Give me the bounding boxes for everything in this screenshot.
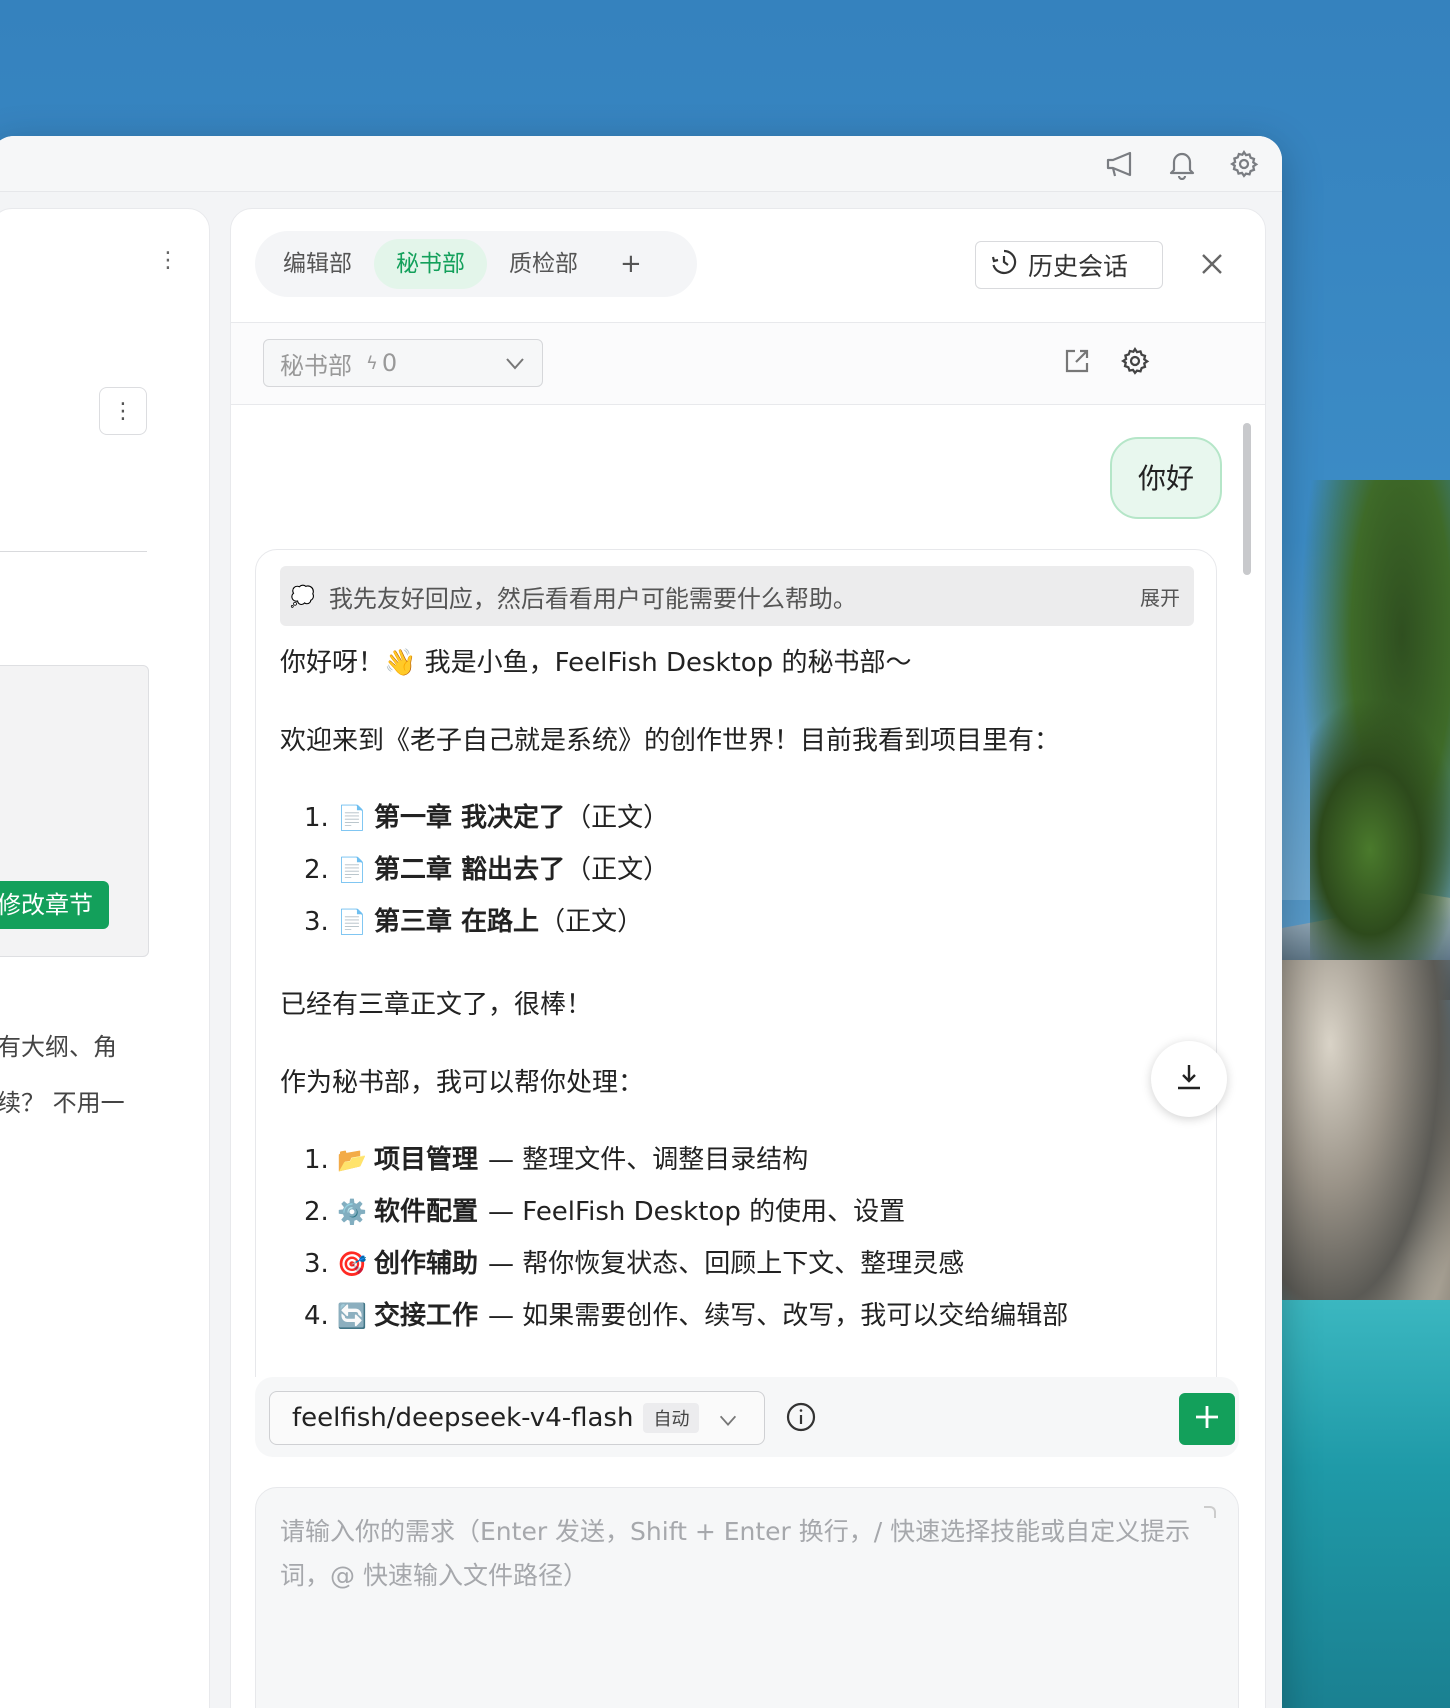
chat-header: 编辑部 秘书部 质检部 + 历史会话 [231,209,1265,323]
chevron-down-icon [502,350,528,382]
bell-icon[interactable] [1164,146,1200,182]
list-number: 2. [304,855,329,885]
assistant-message: 💭 我先友好回应，然后看看用户可能需要什么帮助。 展开 你好呀！👋 我是小鱼，F… [255,549,1217,1377]
gear-emoji-icon: ⚙️ [337,1198,367,1226]
list-number: 2. [304,1197,329,1227]
service-desc: — 如果需要创作、续写、改写，我可以交给编辑部 [488,1301,1069,1331]
service-list: 1. 📂 项目管理 — 整理文件、调整目录结构 2. ⚙️ 软件配置 — Fee… [280,1134,1194,1342]
scroll-to-bottom-button[interactable] [1151,1041,1227,1117]
editor-panel: ⋮ ⋮ 修改章节 有大纲、角 续？ 不用一 [0,208,210,1708]
list-item: 4. 🔄 交接工作 — 如果需要创作、续写、改写，我可以交给编辑部 [280,1290,1194,1342]
chapter-note: （正文） [539,907,644,937]
message-list[interactable]: 你好 💭 我先友好回应，然后看看用户可能需要什么帮助。 展开 你好呀！👋 我是小… [231,405,1265,1377]
divider [0,551,147,552]
thinking-text: 我先友好回应，然后看看用户可能需要什么帮助。 [328,584,857,613]
history-label: 历史会话 [1028,252,1129,281]
more-vertical-icon[interactable]: ⋮ [157,247,179,275]
tab-editorial[interactable]: 编辑部 [261,239,374,289]
department-tabs: 编辑部 秘书部 质检部 + [255,231,697,297]
agent-count: 0 [381,349,398,377]
message-input[interactable] [256,1488,1238,1708]
expand-button[interactable]: 展开 [1140,582,1180,611]
list-item: 2. ⚙️ 软件配置 — FeelFish Desktop 的使用、设置 [280,1186,1194,1238]
download-icon [1172,1060,1206,1098]
chapter-title: 第一章 我决定了 [374,803,566,833]
intro-text: 欢迎来到《老子自己就是系统》的创作世界！目前我看到项目里有： [280,726,1061,756]
thinking-block[interactable]: 💭 我先友好回应，然后看看用户可能需要什么帮助。 展开 [280,566,1194,626]
bolt-icon: ϟ [366,352,378,374]
service-desc: — 帮你恢复状态、回顾上下文、整理灵感 [488,1249,965,1279]
service-title: 创作辅助 [374,1249,479,1279]
document-icon: 📄 [337,908,367,936]
model-select[interactable]: feelfish/deepseek-v4-flash 自动 [269,1391,765,1445]
panel-text-line: 续？ 不用一 [0,1089,125,1117]
list-number: 1. [304,1145,329,1175]
document-icon: 📄 [337,804,367,832]
target-icon: 🎯 [337,1250,367,1278]
document-icon: 📄 [337,856,367,884]
app-window: ⋮ ⋮ 修改章节 有大纲、角 续？ 不用一 编辑部 秘书部 质检部 + 历史会话 [0,136,1282,1708]
mode-badge: 自动 [643,1403,700,1433]
assistant-text: 你好呀！👋 我是小鱼，FeelFish Desktop 的秘书部～ 欢迎来到《老… [280,642,1194,1377]
list-item: 3. 📄 第三章 在路上 （正文） [280,896,1194,948]
plus-icon [1193,1403,1221,1435]
list-item: 2. 📄 第二章 豁出去了 （正文） [280,844,1194,896]
service-desc: — FeelFish Desktop 的使用、设置 [488,1197,906,1227]
megaphone-icon[interactable] [1102,146,1138,182]
agent-name: 秘书部 [280,351,352,380]
chapter-note: （正文） [565,803,670,833]
history-button[interactable]: 历史会话 [975,241,1163,289]
scrollbar[interactable] [1243,423,1251,575]
add-button[interactable] [1179,1393,1235,1445]
model-name: feelfish/deepseek-v4-flash [292,1403,634,1433]
chapter-title: 第三章 在路上 [374,907,540,937]
clock-icon [990,248,1018,282]
list-item: 1. 📂 项目管理 — 整理文件、调整目录结构 [280,1134,1194,1186]
service-title: 交接工作 [374,1301,479,1331]
folder-icon: 📂 [337,1146,367,1174]
list-number: 3. [304,1249,329,1279]
titlebar [0,136,1282,192]
resize-handle[interactable] [1204,1506,1216,1518]
tab-secretariat[interactable]: 秘书部 [374,239,487,289]
add-tab-button[interactable]: + [600,249,662,279]
more-options-button[interactable]: ⋮ [99,387,147,435]
chapter-list: 1. 📄 第一章 我决定了 （正文） 2. 📄 第二章 豁出去了 （正文） 3.… [280,792,1194,948]
list-item: 3. 🎯 创作辅助 — 帮你恢复状态、回顾上下文、整理灵感 [280,1238,1194,1290]
chat-panel: 编辑部 秘书部 质检部 + 历史会话 秘书部 ϟ 0 你好 💭 我先友好回应，然… [230,208,1266,1708]
service-title: 项目管理 [374,1145,479,1175]
info-icon[interactable] [785,1401,817,1433]
service-title: 软件配置 [374,1197,479,1227]
chapter-title: 第二章 豁出去了 [374,855,566,885]
agent-toolbar: 秘书部 ϟ 0 [231,323,1265,405]
list-item: 1. 📄 第一章 我决定了 （正文） [280,792,1194,844]
role-intro-text: 作为秘书部，我可以帮你处理： [280,1068,645,1098]
agent-select[interactable]: 秘书部 ϟ 0 [263,339,543,387]
panel-text-line: 有大纲、角 [0,1033,117,1061]
praise-text: 已经有三章正文了，很棒！ [280,990,593,1020]
edit-chapter-button[interactable]: 修改章节 [0,881,109,929]
gear-icon[interactable] [1115,341,1155,381]
list-number: 4. [304,1301,329,1331]
list-number: 3. [304,907,329,937]
chevron-down-icon [716,1408,740,1439]
thought-bubble-icon: 💭 [290,584,315,608]
chapter-note: （正文） [565,855,670,885]
message-input-box [255,1487,1239,1708]
wallpaper-water [1260,1300,1450,1708]
close-icon[interactable] [1187,239,1237,289]
service-desc: — 整理文件、调整目录结构 [488,1145,809,1175]
user-message: 你好 [1110,437,1223,519]
greeting-text: 你好呀！👋 我是小鱼，FeelFish Desktop 的秘书部～ [280,648,912,678]
tab-quality[interactable]: 质检部 [487,239,600,289]
model-bar: feelfish/deepseek-v4-flash 自动 [255,1377,1239,1457]
external-link-icon[interactable] [1057,341,1097,381]
wallpaper-tree-lower [1310,700,1450,1000]
gear-icon[interactable] [1226,146,1262,182]
refresh-icon: 🔄 [337,1302,367,1330]
list-number: 1. [304,803,329,833]
